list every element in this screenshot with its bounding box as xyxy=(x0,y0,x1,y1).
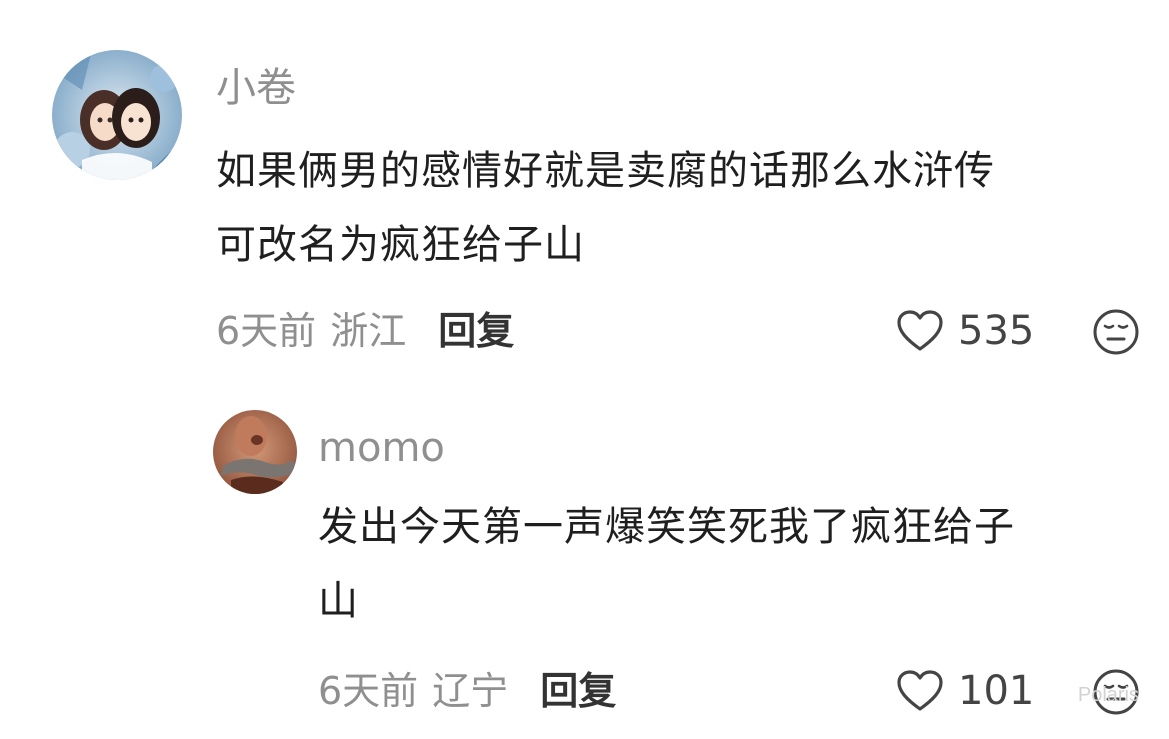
reply-button[interactable]: 回复 xyxy=(438,308,514,354)
like-count: 535 xyxy=(958,308,1035,354)
comment-item: 小卷 如果俩男的感情好就是卖腐的话那么水浒传 可改名为疯狂给子山 6天前 浙江 … xyxy=(0,0,1169,390)
comment-text-line: 如果俩男的感情好就是卖腐的话那么水浒传 xyxy=(216,148,995,194)
comment-time: 6天前 xyxy=(318,669,419,713)
comment-text-line: 可改名为疯狂给子山 xyxy=(216,222,585,268)
comment-location: 辽宁 xyxy=(432,669,509,713)
like-button[interactable]: 535 xyxy=(896,308,1034,354)
emoji-face-icon[interactable] xyxy=(1092,308,1140,356)
comment-text: 发出今天第一声爆笑笑死我了疯狂给子 山 xyxy=(318,490,1158,638)
like-count: 101 xyxy=(958,668,1035,714)
comment-text: 如果俩男的感情好就是卖腐的话那么水浒传 可改名为疯狂给子山 xyxy=(216,134,1156,282)
avatar[interactable] xyxy=(52,50,182,180)
comment-time: 6天前 xyxy=(216,309,317,353)
username[interactable]: momo xyxy=(318,424,445,472)
comment-location: 浙江 xyxy=(330,309,407,353)
comment-text-line: 发出今天第一声爆笑笑死我了疯狂给子 xyxy=(318,504,1015,550)
like-button[interactable]: 101 xyxy=(896,668,1034,714)
heart-outline-icon xyxy=(897,310,943,351)
comment-meta: 6天前 辽宁 回复 xyxy=(318,668,616,714)
comment-meta: 6天前 浙江 回复 xyxy=(216,308,514,354)
reply-comment-item: momo 发出今天第一声爆笑笑死我了疯狂给子 山 6天前 辽宁 回复 101 xyxy=(0,390,1169,739)
username[interactable]: 小卷 xyxy=(216,64,296,112)
watermark: Polaris xyxy=(1077,684,1139,706)
comment-text-line: 山 xyxy=(318,578,359,624)
reply-button[interactable]: 回复 xyxy=(540,668,616,714)
avatar[interactable] xyxy=(213,410,297,494)
heart-outline-icon xyxy=(897,670,943,711)
